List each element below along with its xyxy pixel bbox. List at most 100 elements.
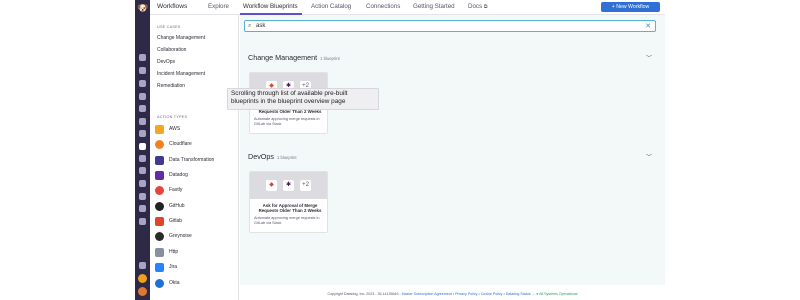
app-frame: 🐶 Workflows Explore Workflow Blueprints … (135, 0, 665, 300)
page-footer: Copyright Datadog, Inc. 2023 - 35.141356… (327, 292, 578, 296)
greynoise-icon (155, 231, 164, 241)
search-query[interactable]: ask (256, 23, 265, 29)
sidebar-item-gitlab[interactable]: Gitlab (155, 216, 182, 226)
section-title-devops: DevOps 1 blueprint (248, 152, 297, 161)
sidebar-item-remediation[interactable]: Remediation (157, 83, 185, 89)
infrastructure-icon[interactable] (139, 93, 146, 100)
more-integrations-badge: +2 (300, 180, 311, 191)
workflows-icon[interactable] (139, 143, 146, 150)
sidebar-item-label: Cloudflare (169, 141, 192, 147)
sidebar-item-change-management[interactable]: Change Management (157, 35, 205, 41)
datadog-icon (155, 170, 164, 180)
datadog-logo-icon[interactable]: 🐶 (137, 3, 148, 14)
ux-monitoring-icon[interactable] (139, 193, 146, 200)
slack-icon: ✱ (283, 180, 294, 191)
metrics-icon[interactable] (139, 118, 146, 125)
sidebar-item-label: Gitlab (169, 218, 183, 224)
sidebar-item-cloudflare[interactable]: Cloudflare (155, 139, 192, 149)
sidebar-item-aws[interactable]: AWS (155, 124, 180, 134)
logs-icon[interactable] (139, 167, 146, 174)
master-subscription-agreement-link[interactable]: Master Subscription Agreement (402, 292, 452, 296)
datadog-status-link[interactable]: Datadog Status → (506, 292, 535, 296)
sidebar-item-label: AWS (169, 126, 181, 132)
gitlab-icon: ◆ (266, 180, 277, 191)
tab-connections[interactable]: Connections (366, 3, 400, 10)
section-title: Change Management (248, 53, 318, 62)
chevron-down-icon[interactable]: ﹀ (646, 152, 652, 161)
sidebar-item-data-transformation[interactable]: Data Transformation (155, 155, 214, 165)
sidebar-item-label: Datadog (169, 172, 188, 178)
blueprint-description: Automate approving merge requests in Git… (254, 117, 320, 126)
global-nav-rail: 🐶 (135, 0, 150, 300)
sidebar-item-http[interactable]: Http (155, 247, 178, 257)
integrations-icon[interactable] (139, 130, 146, 137)
privacy-policy-link[interactable]: Privacy Policy (455, 292, 477, 296)
tab-explore[interactable]: Explore (208, 3, 229, 10)
tab-workflow-blueprints[interactable]: Workflow Blueprints (243, 3, 298, 10)
sidebar-item-incident-management[interactable]: Incident Management (157, 71, 205, 77)
sidebar-item-label: Jira (169, 264, 178, 270)
cookie-policy-link[interactable]: Cookie Policy (481, 292, 503, 296)
notifications-icon[interactable] (138, 274, 147, 283)
external-link-icon: ⧉ (483, 4, 488, 10)
okta-icon (155, 278, 164, 288)
sidebar-item-label: Greynoise (169, 233, 192, 239)
use-cases-header: USE CASES (157, 25, 181, 29)
clear-search-icon[interactable]: ✕ (645, 22, 651, 30)
section-title: DevOps (248, 152, 274, 161)
chevron-down-icon[interactable]: ﹀ (646, 53, 652, 62)
system-status: ● All Systems Operational (536, 292, 578, 296)
top-navigation: Workflows Explore Workflow Blueprints Ac… (150, 0, 665, 15)
blueprint-preview: ◆ ✱ +2 (250, 172, 327, 199)
watchdog-icon[interactable] (139, 67, 146, 74)
apm-icon[interactable] (139, 155, 146, 162)
monitors-icon[interactable] (139, 105, 146, 112)
sidebar-item-label: Data Transformation (169, 157, 215, 163)
copyright-text: Copyright Datadog, Inc. 2023 - 35.141356… (327, 292, 402, 296)
sidebar-item-devops[interactable]: DevOps (157, 59, 175, 65)
blueprint-count: 1 blueprint (320, 56, 340, 61)
security-icon[interactable] (139, 180, 146, 187)
blueprint-list: ⌕ ask ✕ Change Management 1 blueprint ﹀ ◆… (240, 15, 665, 285)
blueprint-count: 1 blueprint (276, 155, 297, 160)
sidebar-item-collaboration[interactable]: Collaboration (157, 47, 186, 53)
blueprint-description: Automate approving merge requests in Git… (254, 216, 320, 225)
sidebar-item-label: GitHub (169, 203, 185, 209)
data-transformation-icon (155, 155, 164, 165)
http-icon (155, 247, 164, 257)
tooltip: Scrolling through list of available pre-… (227, 88, 379, 110)
sidebar-item-github[interactable]: GitHub (155, 201, 185, 211)
product-title: Workflows (157, 3, 188, 10)
github-icon (155, 201, 164, 211)
action-types-header: ACTION TYPES (157, 115, 188, 119)
search-icon[interactable] (139, 54, 146, 61)
aws-icon (155, 124, 164, 134)
sidebar-item-datadog[interactable]: Datadog (155, 170, 188, 180)
blueprint-card[interactable]: ◆ ✱ +2 Ask for Approval of Merge Request… (249, 171, 328, 233)
search-input[interactable]: ⌕ ask ✕ (244, 20, 656, 32)
tab-docs[interactable]: Docs ⧉ (468, 3, 487, 10)
user-avatar[interactable] (138, 287, 147, 296)
jira-icon (155, 262, 164, 272)
help-icon[interactable] (139, 262, 146, 269)
sidebar-item-greynoise[interactable]: Greynoise (155, 231, 192, 241)
ci-icon[interactable] (139, 205, 146, 212)
sidebar-item-fastly[interactable]: Fastly (155, 185, 182, 195)
cloudflare-icon (155, 139, 164, 149)
section-title-change-management: Change Management 1 blueprint (248, 53, 340, 62)
tab-docs-label: Docs (468, 3, 483, 10)
tab-action-catalog[interactable]: Action Catalog (311, 3, 351, 10)
gitlab-icon (155, 216, 164, 226)
new-workflow-button[interactable]: + New Workflow (601, 2, 660, 12)
dashboards-icon[interactable] (139, 80, 146, 87)
sidebar-item-okta[interactable]: Okta (155, 278, 180, 288)
settings-icon[interactable] (139, 218, 146, 225)
sidebar-item-label: Okta (169, 280, 180, 286)
sidebar-item-label: Http (169, 249, 179, 255)
sidebar-item-label: Fastly (169, 187, 183, 193)
blueprint-name: Ask for Approval of Merge Requests Older… (258, 203, 322, 214)
sidebar-item-jira[interactable]: Jira (155, 262, 177, 272)
tab-getting-started[interactable]: Getting Started (413, 3, 455, 10)
filter-sidebar: USE CASES Change Management Collaboratio… (150, 15, 239, 300)
fastly-icon (155, 185, 164, 195)
